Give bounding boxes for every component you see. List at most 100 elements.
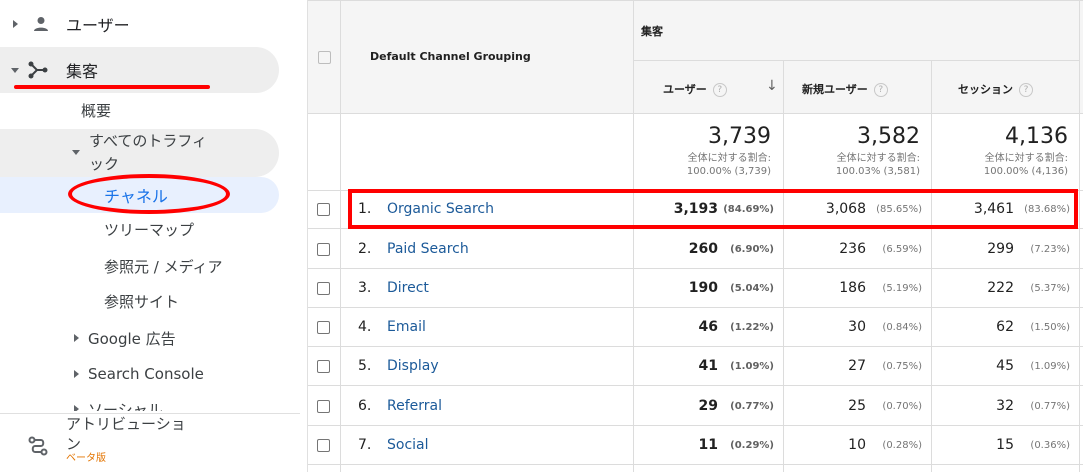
nav-label-google-ads: Google 広告 [88, 329, 176, 348]
total-new-users-share-label: 全体に対する割合: [836, 153, 920, 164]
caret-right-icon [74, 334, 79, 342]
annotation-ellipse [68, 174, 230, 214]
row-checkbox[interactable] [317, 439, 330, 452]
sessions-percent: (1.09%) [1030, 361, 1070, 372]
nav-item-google-ads[interactable]: Google 広告 [74, 327, 176, 349]
help-icon[interactable]: ? [712, 83, 727, 97]
new-users-value: 27 [848, 358, 866, 374]
nav-label-search-console: Search Console [88, 365, 204, 383]
channel-link[interactable]: Paid Search [387, 241, 469, 257]
channel-link[interactable]: Social [387, 437, 429, 453]
nav-item-all-traffic[interactable]: すべてのトラフィ ック [72, 130, 207, 176]
nav-label-acquisition: 集客 [66, 62, 99, 81]
users-percent: (6.90%) [730, 244, 774, 255]
sessions-value: 32 [996, 398, 1014, 414]
new-users-value: 10 [848, 437, 866, 453]
channel-link[interactable]: Email [387, 319, 426, 335]
total-sessions-share-value: 100.00% (4,136) [983, 166, 1068, 177]
row-checkbox[interactable] [317, 282, 330, 295]
row-index: 5. [358, 358, 372, 374]
col-header-new-users[interactable]: 新規ユーザー? [802, 81, 888, 97]
col-header-sessions-label: セッション [958, 83, 1013, 96]
nav-label-all-traffic-2: ック [89, 155, 120, 173]
nav-label-overview: 概要 [81, 101, 112, 120]
row-checkbox[interactable] [317, 203, 330, 216]
users-percent: (1.09%) [730, 361, 774, 372]
new-users-value: 236 [839, 241, 866, 257]
channel-link[interactable]: Direct [387, 280, 429, 296]
users-value: 46 [698, 319, 718, 335]
sessions-value: 222 [987, 280, 1014, 296]
table-row: 2. Paid Search 260 (6.90%) 236 (6.59%) 299 (7.2… [308, 230, 1083, 269]
help-icon[interactable]: ? [1019, 83, 1033, 97]
sessions-value: 15 [996, 437, 1014, 453]
users-value: 190 [688, 280, 718, 296]
nav-label-all-traffic-1: すべてのトラフィ [89, 132, 208, 150]
users-percent: (0.29%) [730, 440, 774, 451]
sort-desc-icon[interactable]: ↓ [766, 78, 778, 94]
beta-badge: ベータ版 [66, 453, 106, 464]
new-users-percent: (0.70%) [882, 401, 922, 412]
total-users-share-label: 全体に対する割合: [687, 153, 771, 164]
new-users-percent: (0.75%) [882, 361, 922, 372]
channel-report-table: Default Channel Grouping 集客 ユーザー? ↓ 新規ユー… [307, 0, 1083, 472]
nav-label-referrals: 参照サイト [104, 292, 180, 311]
annotation-rectangle [348, 189, 1078, 229]
row-checkbox[interactable] [317, 321, 330, 334]
new-users-percent: (5.19%) [882, 283, 922, 294]
row-index: 4. [358, 319, 372, 335]
nav-item-overview[interactable]: 概要 [81, 99, 111, 121]
nav-label-attribution-2: ン [66, 435, 82, 453]
col-header-users-label: ユーザー [663, 83, 707, 96]
row-index: 2. [358, 241, 372, 257]
total-sessions-share-label: 全体に対する割合: [984, 153, 1068, 164]
users-percent: (5.04%) [730, 283, 774, 294]
total-users-share: 全体に対する割合: 100.00% (3,739) [643, 152, 771, 178]
row-index: 6. [358, 398, 372, 414]
sessions-percent: (0.77%) [1030, 401, 1070, 412]
row-checkbox[interactable] [317, 243, 330, 256]
total-sessions-value: 4,136 [1005, 124, 1068, 149]
caret-down-icon [72, 150, 80, 155]
nav-item-referrals[interactable]: 参照サイト [104, 290, 179, 312]
users-percent: (0.77%) [730, 401, 774, 412]
nav-item-treemap[interactable]: ツリーマップ [104, 218, 194, 240]
table-row: 7. Social 11 (0.29%) 10 (0.28%) 15 (0.36%) [308, 426, 1083, 465]
users-percent: (1.22%) [730, 322, 774, 333]
row-divider [308, 464, 1083, 465]
nav-label-users: ユーザー [66, 16, 130, 35]
row-checkbox[interactable] [317, 400, 330, 413]
new-users-value: 25 [848, 398, 866, 414]
col-header-users[interactable]: ユーザー? [663, 81, 727, 97]
nav-item-acquisition[interactable]: 集客 [11, 58, 98, 82]
col-header-sessions[interactable]: セッション? [958, 81, 1033, 97]
row-divider [633, 60, 1079, 61]
new-users-percent: (0.84%) [882, 322, 922, 333]
users-value: 41 [698, 358, 718, 374]
users-value: 29 [698, 398, 718, 414]
table-row: 6. Referral 29 (0.77%) 25 (0.70%) 32 (0.77%) [308, 387, 1083, 426]
nav-item-search-console[interactable]: Search Console [74, 363, 204, 385]
new-users-percent: (0.28%) [882, 440, 922, 451]
total-new-users-share-value: 100.03% (3,581) [835, 166, 920, 177]
channel-link[interactable]: Referral [387, 398, 442, 414]
row-index: 3. [358, 280, 372, 296]
attribution-icon [28, 436, 48, 456]
total-new-users-value: 3,582 [857, 124, 920, 149]
channel-link[interactable]: Display [387, 358, 439, 374]
row-divider [308, 0, 1083, 1]
acquisition-icon [28, 61, 48, 79]
row-checkbox[interactable] [317, 360, 330, 373]
nav-item-users[interactable]: ユーザー [13, 12, 130, 36]
nav-label-attribution-1: アトリビューショ [66, 415, 186, 433]
nav-item-source-medium[interactable]: 参照元 / メディア [104, 255, 223, 277]
select-all-checkbox[interactable] [318, 51, 331, 64]
row-divider [308, 113, 1083, 114]
new-users-value: 186 [839, 280, 866, 296]
new-users-percent: (6.59%) [882, 244, 922, 255]
dimension-header[interactable]: Default Channel Grouping [370, 50, 531, 63]
nav-item-attribution[interactable]: アトリビューショ ン ベータ版 [28, 414, 186, 470]
help-icon[interactable]: ? [873, 83, 888, 97]
sessions-percent: (7.23%) [1030, 244, 1070, 255]
caret-right-icon [74, 370, 79, 378]
